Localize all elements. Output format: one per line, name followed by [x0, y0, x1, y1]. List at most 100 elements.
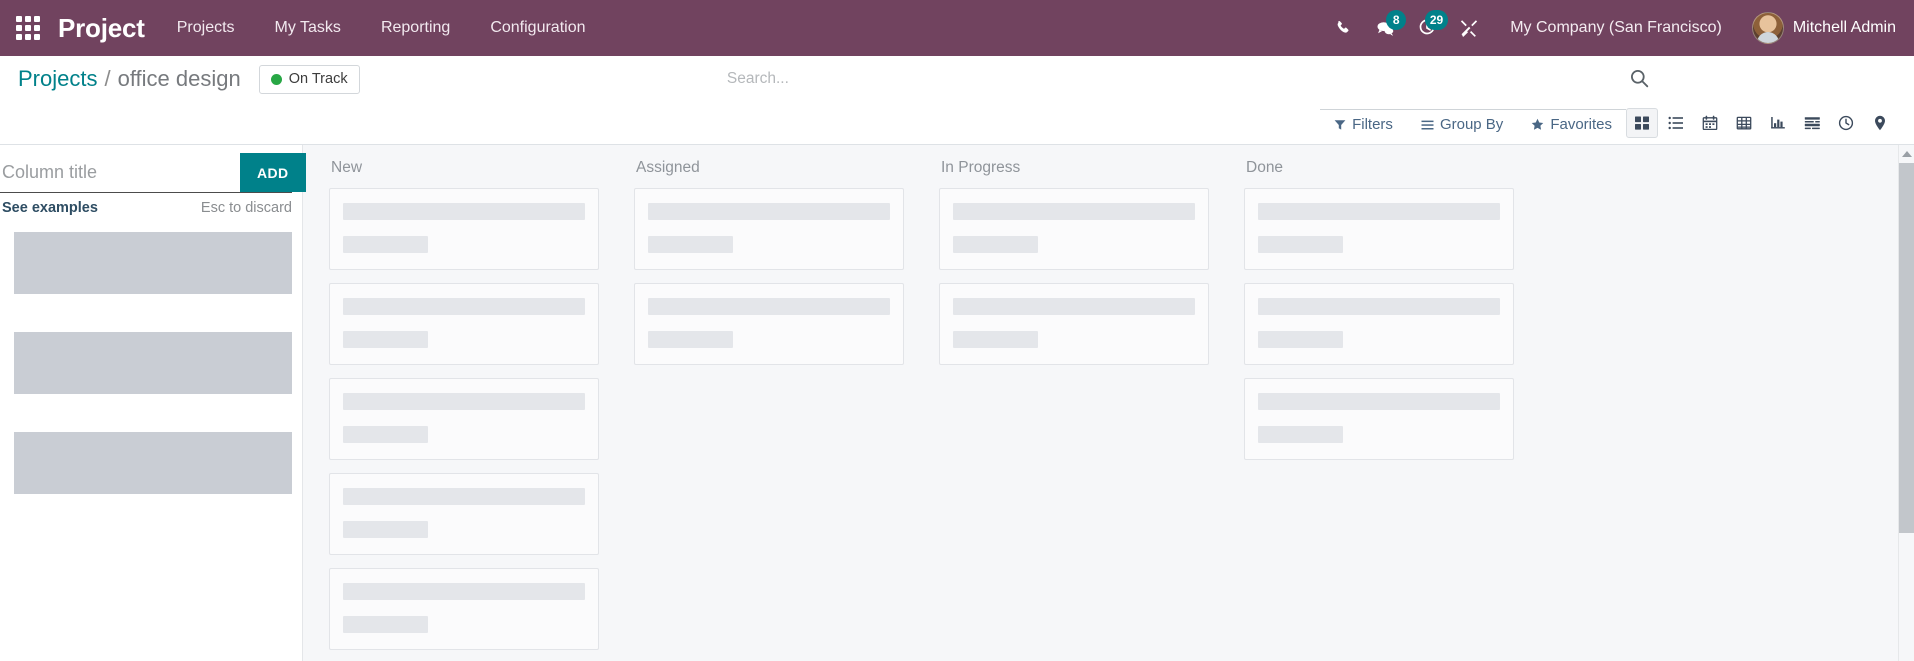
kanban-area: ADD See examples Esc to discard New Assi… [0, 145, 1914, 661]
favorites-button[interactable]: Favorites [1517, 112, 1626, 137]
kanban-card-skeleton[interactable] [329, 188, 599, 270]
view-button-calendar[interactable] [1694, 108, 1726, 138]
scrollbar-thumb[interactable] [1899, 163, 1914, 533]
skeleton-bar [953, 203, 1195, 220]
kanban-card-skeleton[interactable] [634, 283, 904, 365]
main-menu: Projects My Tasks Reporting Configuratio… [157, 0, 606, 56]
systray: 8 29 [1324, 8, 1488, 48]
new-column-ghost-list [14, 232, 292, 494]
skeleton-bar [343, 393, 585, 410]
kanban-card-skeleton[interactable] [939, 283, 1209, 365]
control-panel: Projects / office design On Track Search… [0, 56, 1914, 145]
search-icon[interactable] [1622, 67, 1649, 90]
gantt-icon [1804, 117, 1820, 130]
view-button-activity[interactable] [1830, 108, 1862, 138]
kanban-card-skeleton[interactable] [1244, 378, 1514, 460]
kanban-columns: New Assigned In Progress Done [303, 145, 1914, 661]
view-button-pivot[interactable] [1728, 108, 1760, 138]
vertical-scrollbar[interactable] [1898, 145, 1914, 661]
developer-tools-icon[interactable] [1450, 8, 1488, 48]
ghost-block [14, 332, 292, 394]
breadcrumb-current: office design [117, 66, 241, 91]
kanban-column-title[interactable]: Assigned [636, 159, 904, 177]
skeleton-bar [343, 331, 428, 348]
skeleton-bar [343, 298, 585, 315]
kanban-card-skeleton[interactable] [329, 568, 599, 650]
status-badge-label: On Track [288, 71, 348, 87]
view-button-list[interactable] [1660, 108, 1692, 138]
breadcrumb: Projects / office design [18, 66, 241, 92]
view-button-kanban[interactable] [1626, 108, 1658, 138]
kanban-card-skeleton[interactable] [1244, 188, 1514, 270]
skeleton-bar [343, 583, 585, 600]
skeleton-bar [343, 426, 428, 443]
activities-icon[interactable]: 29 [1408, 8, 1449, 48]
control-panel-bottom-row: Filters Group By Favorites [0, 102, 1914, 144]
apps-grid-icon[interactable] [8, 8, 48, 48]
skeleton-bar [1258, 203, 1500, 220]
view-button-map[interactable] [1864, 108, 1896, 138]
kanban-card-skeleton[interactable] [939, 188, 1209, 270]
breadcrumb-separator: / [104, 66, 111, 91]
skeleton-bar [1258, 331, 1343, 348]
messages-icon[interactable]: 8 [1366, 8, 1407, 48]
skeleton-bar [953, 298, 1195, 315]
skeleton-bar [343, 203, 585, 220]
kanban-card-skeleton[interactable] [634, 188, 904, 270]
group-by-button[interactable]: Group By [1407, 112, 1517, 137]
calendar-icon [1702, 115, 1718, 131]
column-title-input[interactable] [0, 153, 240, 192]
kanban-column-new: New [329, 159, 634, 661]
menu-item-my-tasks[interactable]: My Tasks [255, 0, 361, 56]
skeleton-bar [1258, 426, 1343, 443]
apps-grid-glyph [16, 16, 40, 40]
status-badge[interactable]: On Track [258, 64, 360, 94]
breadcrumb-root[interactable]: Projects [18, 66, 97, 92]
view-button-graph[interactable] [1762, 108, 1794, 138]
menu-item-projects[interactable]: Projects [157, 0, 255, 56]
kanban-card-skeleton[interactable] [329, 283, 599, 365]
menu-item-configuration[interactable]: Configuration [470, 0, 605, 56]
skeleton-bar [343, 488, 585, 505]
kanban-card-skeleton[interactable] [329, 378, 599, 460]
kanban-card-skeleton[interactable] [1244, 283, 1514, 365]
list-lines-icon [1421, 120, 1434, 129]
top-navbar: Project Projects My Tasks Reporting Conf… [0, 0, 1914, 56]
column-title-hint: See examples Esc to discard [0, 200, 292, 216]
group-by-label: Group By [1439, 116, 1504, 133]
kanban-column-title[interactable]: New [331, 159, 599, 177]
search-area [360, 56, 1896, 102]
user-name: Mitchell Admin [1792, 19, 1896, 36]
kanban-column-done: Done [1244, 159, 1549, 473]
kanban-column-assigned: Assigned [634, 159, 939, 378]
kanban-card-skeleton[interactable] [329, 473, 599, 555]
menu-item-reporting[interactable]: Reporting [361, 0, 470, 56]
search-input[interactable] [726, 65, 1622, 92]
new-column-panel: ADD See examples Esc to discard [0, 145, 306, 661]
status-dot-icon [270, 73, 282, 85]
add-column-button[interactable]: ADD [240, 153, 306, 192]
company-switcher[interactable]: My Company (San Francisco) [1510, 19, 1722, 37]
view-button-gantt[interactable] [1796, 108, 1828, 138]
list-icon [1668, 116, 1683, 130]
search-dropdowns: Filters Group By Favorites [1320, 109, 1626, 137]
filters-button[interactable]: Filters [1320, 112, 1407, 137]
skeleton-bar [648, 298, 890, 315]
kanban-column-title[interactable]: Done [1246, 159, 1514, 177]
messages-badge: 8 [1386, 10, 1407, 30]
skeleton-bar [648, 236, 733, 253]
esc-to-discard-hint: Esc to discard [200, 200, 292, 216]
activities-badge: 29 [1424, 10, 1449, 30]
user-menu[interactable]: Mitchell Admin [1751, 12, 1896, 44]
phone-icon[interactable] [1324, 8, 1362, 48]
see-examples-link[interactable]: See examples [2, 200, 98, 216]
app-brand-title[interactable]: Project [58, 13, 145, 44]
skeleton-bar [953, 331, 1038, 348]
kanban-column-title[interactable]: In Progress [941, 159, 1209, 177]
favorites-label: Favorites [1550, 116, 1612, 133]
scroll-up-arrow-icon[interactable] [1899, 145, 1914, 162]
funnel-icon [1334, 119, 1346, 130]
filters-label: Filters [1352, 116, 1393, 133]
skeleton-bar [343, 521, 428, 538]
skeleton-bar [343, 236, 428, 253]
